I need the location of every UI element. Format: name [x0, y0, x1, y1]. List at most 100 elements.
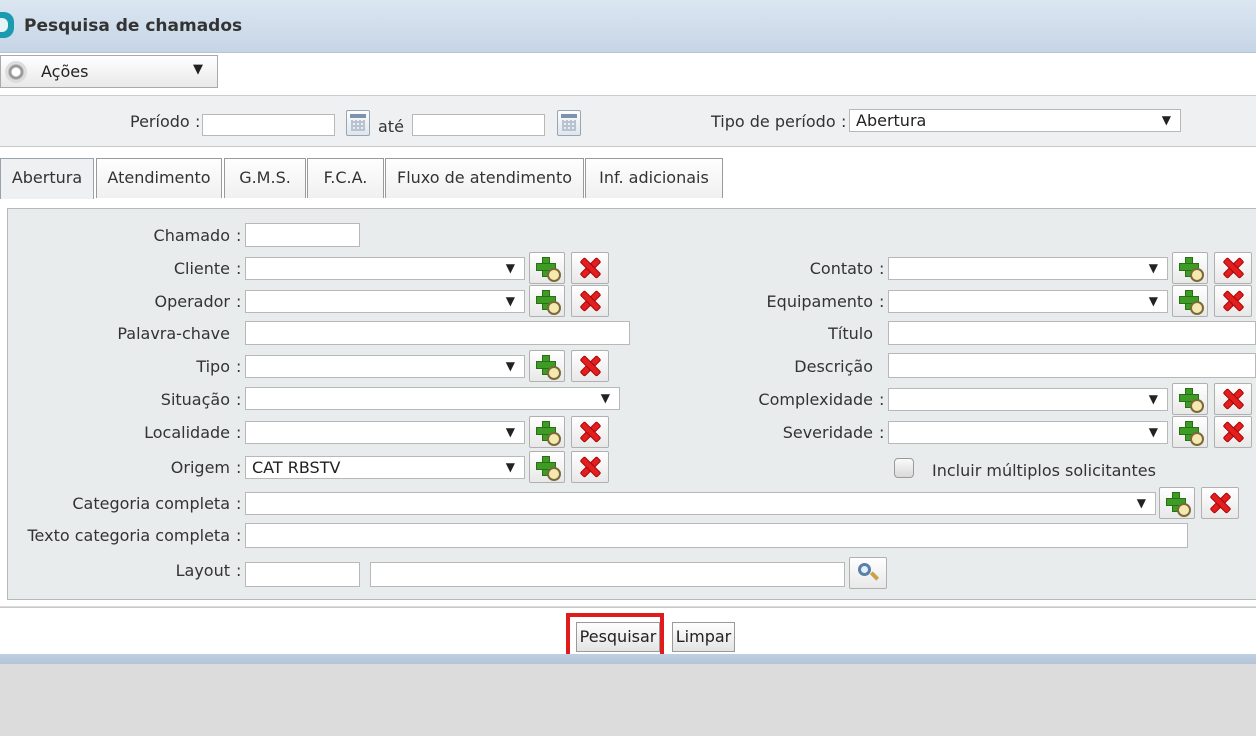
- bottom-border: [0, 654, 1256, 664]
- magnifier-icon: [1177, 503, 1191, 517]
- cliente-add-button[interactable]: [529, 252, 565, 284]
- contato-remove-button[interactable]: [1214, 252, 1252, 284]
- tab-abertura[interactable]: Abertura: [0, 158, 94, 200]
- chamado-input[interactable]: [245, 223, 360, 247]
- categoria-add-button[interactable]: [1159, 487, 1195, 519]
- contato-select[interactable]: ▼: [888, 257, 1168, 280]
- chevron-down-icon: ▼: [1148, 261, 1158, 275]
- palavra-chave-input[interactable]: [245, 321, 630, 345]
- complexidade-add-button[interactable]: [1172, 383, 1208, 415]
- chevron-down-icon: ▼: [1148, 392, 1158, 406]
- titulo-input[interactable]: [888, 321, 1256, 345]
- page-title: Pesquisa de chamados: [24, 16, 243, 36]
- localidade-add-button[interactable]: [529, 416, 565, 448]
- tab-inf-adicionais[interactable]: Inf. adicionais: [585, 158, 723, 198]
- layout-search-button[interactable]: [849, 557, 887, 589]
- origem-colon: :: [236, 458, 242, 477]
- app-logo-icon: [0, 12, 14, 38]
- cliente-select[interactable]: ▼: [245, 257, 525, 280]
- period-type-label: Tipo de período: [711, 112, 836, 131]
- descricao-input[interactable]: [888, 353, 1256, 378]
- layout-name-input[interactable]: [370, 562, 845, 587]
- period-type-select[interactable]: Abertura ▼: [849, 109, 1181, 132]
- categoria-label: Categoria completa: [72, 494, 230, 513]
- actions-menu-button[interactable]: Ações ▼: [0, 55, 218, 88]
- chevron-down-icon: ▼: [505, 425, 515, 439]
- severidade-label: Severidade: [782, 423, 873, 442]
- period-start-input[interactable]: [202, 114, 335, 136]
- calendar-start-icon[interactable]: [346, 110, 370, 136]
- tab-gms[interactable]: G.M.S.: [224, 158, 306, 198]
- severidade-add-button[interactable]: [1172, 416, 1208, 448]
- period-end-input[interactable]: [412, 114, 545, 136]
- multiplos-checkbox[interactable]: [894, 458, 914, 478]
- contato-label: Contato: [809, 259, 873, 278]
- operador-select[interactable]: ▼: [245, 290, 525, 313]
- localidade-remove-button[interactable]: [571, 416, 609, 448]
- search-button-highlight: [566, 613, 664, 659]
- chevron-down-icon: ▼: [505, 359, 515, 373]
- severidade-remove-button[interactable]: [1214, 416, 1252, 448]
- magnifier-icon: [1190, 301, 1204, 315]
- chevron-down-icon: ▼: [193, 62, 203, 77]
- period-type-value: Abertura: [856, 111, 927, 130]
- chevron-down-icon: ▼: [505, 294, 515, 308]
- layout-code-input[interactable]: [245, 562, 360, 587]
- remove-icon: [579, 355, 601, 377]
- gear-icon: [5, 61, 27, 83]
- magnifier-icon: [547, 432, 561, 446]
- cliente-remove-button[interactable]: [571, 252, 609, 284]
- texto-categoria-label: Texto categoria completa: [27, 526, 230, 545]
- localidade-select[interactable]: ▼: [245, 421, 525, 444]
- magnifier-icon: [547, 301, 561, 315]
- tab-fca[interactable]: F.C.A.: [307, 158, 384, 198]
- tipo-select[interactable]: ▼: [245, 355, 525, 378]
- localidade-colon: :: [236, 423, 242, 442]
- origem-add-button[interactable]: [529, 451, 565, 483]
- clear-button[interactable]: Limpar: [672, 622, 735, 652]
- categoria-remove-button[interactable]: [1201, 487, 1239, 519]
- chevron-down-icon: ▼: [1136, 496, 1146, 510]
- magnifier-icon: [547, 268, 561, 282]
- operador-colon: :: [236, 292, 242, 311]
- origem-value: CAT RBSTV: [252, 458, 341, 477]
- tipo-remove-button[interactable]: [571, 350, 609, 382]
- complexidade-remove-button[interactable]: [1214, 383, 1252, 415]
- complexidade-select[interactable]: ▼: [888, 388, 1168, 411]
- equipamento-colon: :: [879, 292, 885, 311]
- tab-fluxo-atendimento[interactable]: Fluxo de atendimento: [385, 158, 584, 198]
- origem-remove-button[interactable]: [571, 451, 609, 483]
- remove-icon: [1222, 421, 1244, 443]
- origem-select[interactable]: CAT RBSTV ▼: [245, 456, 525, 479]
- operador-remove-button[interactable]: [571, 285, 609, 317]
- operador-add-button[interactable]: [529, 285, 565, 317]
- remove-icon: [1222, 290, 1244, 312]
- tipo-colon: :: [236, 357, 242, 376]
- multiplos-label: Incluir múltiplos solicitantes: [932, 461, 1156, 480]
- chamado-label: Chamado: [153, 226, 230, 245]
- complexidade-colon: :: [879, 390, 885, 409]
- situacao-colon: :: [236, 390, 242, 409]
- texto-categoria-input[interactable]: [245, 523, 1188, 548]
- palavra-chave-label: Palavra-chave: [117, 324, 230, 343]
- categoria-colon: :: [236, 494, 242, 513]
- equipamento-add-button[interactable]: [1172, 285, 1208, 317]
- equipamento-select[interactable]: ▼: [888, 290, 1168, 313]
- tipo-add-button[interactable]: [529, 350, 565, 382]
- magnifier-icon: [547, 467, 561, 481]
- chevron-down-icon: ▼: [505, 460, 515, 474]
- period-label: Período: [130, 112, 190, 131]
- severidade-select[interactable]: ▼: [888, 421, 1168, 444]
- calendar-end-icon[interactable]: [557, 110, 581, 136]
- situacao-label: Situação: [160, 390, 230, 409]
- categoria-select[interactable]: ▼: [245, 492, 1156, 515]
- remove-icon: [579, 456, 601, 478]
- equipamento-remove-button[interactable]: [1214, 285, 1252, 317]
- localidade-label: Localidade: [144, 423, 230, 442]
- contato-colon: :: [879, 259, 885, 278]
- cliente-colon: :: [236, 259, 242, 278]
- remove-icon: [1222, 388, 1244, 410]
- contato-add-button[interactable]: [1172, 252, 1208, 284]
- situacao-select[interactable]: ▼: [245, 387, 620, 410]
- tab-atendimento[interactable]: Atendimento: [96, 158, 222, 198]
